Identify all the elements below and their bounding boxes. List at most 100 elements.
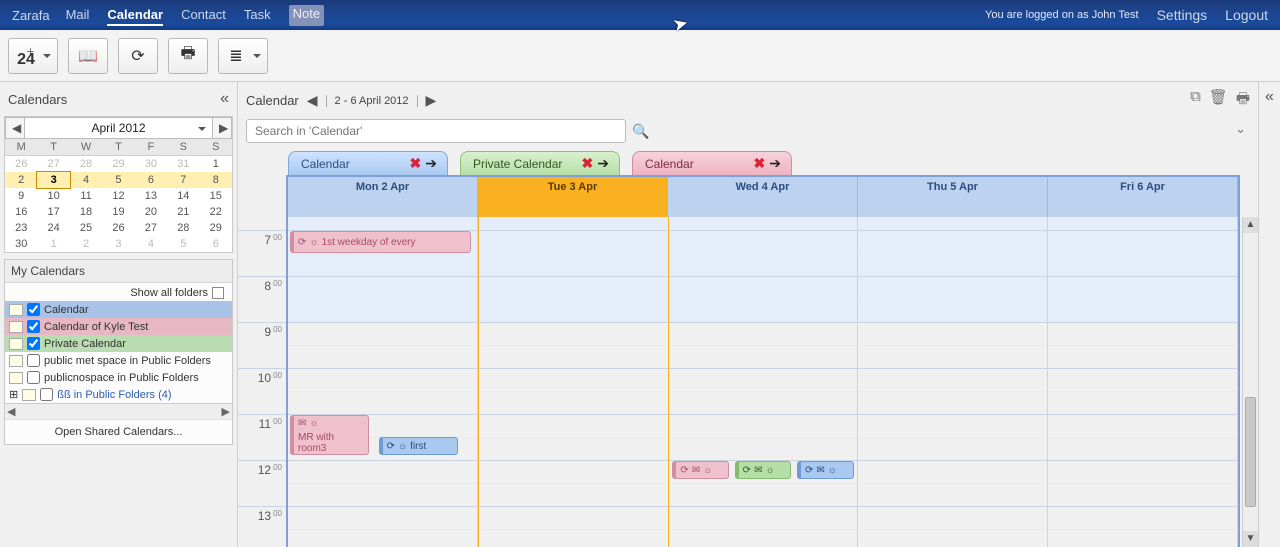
search-options-icon[interactable]: ⌄ bbox=[1235, 121, 1246, 137]
day-header[interactable]: Wed 4 Apr bbox=[668, 177, 858, 217]
mini-cal-day[interactable]: 2 bbox=[70, 236, 102, 252]
mini-cal-day[interactable]: 5 bbox=[167, 236, 199, 252]
mini-cal-day[interactable]: 27 bbox=[37, 156, 69, 173]
mini-cal-day[interactable]: 20 bbox=[135, 204, 167, 220]
calendar-toggle-checkbox[interactable] bbox=[27, 371, 40, 384]
mini-cal-day[interactable]: 23 bbox=[5, 220, 37, 236]
mini-cal-day[interactable]: 7 bbox=[167, 172, 199, 188]
day-header[interactable]: Tue 3 Apr bbox=[478, 177, 668, 217]
mini-cal-next-button[interactable]: ▶ bbox=[212, 117, 232, 139]
calendar-toggle-checkbox[interactable] bbox=[27, 303, 40, 316]
copy-icon[interactable]: ⧉ bbox=[1190, 88, 1201, 113]
mini-cal-day[interactable]: 6 bbox=[135, 172, 167, 188]
day-header[interactable]: Mon 2 Apr bbox=[288, 177, 478, 217]
open-shared-calendars-button[interactable]: Open Shared Calendars... bbox=[5, 419, 232, 444]
addressbook-button[interactable]: 📖 bbox=[68, 38, 108, 74]
tab-note[interactable]: Note bbox=[289, 5, 324, 26]
calendar-event[interactable]: ⟳☼first bbox=[379, 437, 458, 455]
settings-link[interactable]: Settings bbox=[1157, 7, 1208, 23]
mini-cal-day[interactable]: 5 bbox=[102, 172, 134, 188]
mini-cal-day[interactable]: 31 bbox=[167, 156, 199, 173]
mini-cal-day[interactable]: 17 bbox=[37, 204, 69, 220]
collapse-right-panel-icon[interactable]: « bbox=[1258, 82, 1280, 547]
logout-link[interactable]: Logout bbox=[1225, 7, 1268, 23]
mini-cal-day[interactable]: 1 bbox=[37, 236, 69, 252]
next-range-button[interactable]: ▶ bbox=[424, 92, 439, 109]
view-mode-button[interactable]: ≣ bbox=[218, 38, 268, 74]
mini-cal-day[interactable]: 24 bbox=[37, 220, 69, 236]
show-all-checkbox[interactable] bbox=[212, 287, 224, 299]
calendar-toggle-checkbox[interactable] bbox=[40, 388, 53, 401]
collapse-sidebar-icon[interactable]: « bbox=[220, 90, 229, 108]
print-view-icon[interactable]: 🖶 bbox=[1236, 88, 1250, 113]
mini-cal-day[interactable]: 18 bbox=[70, 204, 102, 220]
doc-tab-calendar-blue[interactable]: Calendar ✖➔ bbox=[288, 151, 448, 175]
print-button[interactable]: 🖶 bbox=[168, 38, 208, 74]
calendar-event[interactable]: ⟳☼1st weekday of every bbox=[290, 231, 471, 253]
calendar-list-item[interactable]: Calendar bbox=[5, 301, 232, 318]
calendar-list-item[interactable]: publicnospace in Public Folders bbox=[5, 369, 232, 386]
calendar-event[interactable]: ⟳✉☼ bbox=[735, 461, 792, 479]
doc-tab-calendar-pink[interactable]: Calendar ✖➔ bbox=[632, 151, 792, 175]
prev-range-button[interactable]: ◀ bbox=[305, 92, 320, 109]
scroll-thumb[interactable] bbox=[1245, 397, 1256, 507]
calendar-list-item[interactable]: public met space in Public Folders bbox=[5, 352, 232, 369]
mini-cal-day[interactable]: 3 bbox=[37, 172, 69, 188]
mini-cal-day[interactable]: 21 bbox=[167, 204, 199, 220]
mini-cal-day[interactable]: 25 bbox=[70, 220, 102, 236]
tab-task[interactable]: Task bbox=[244, 5, 271, 26]
calendar-event[interactable]: ⟳✉☼ bbox=[797, 461, 854, 479]
mini-cal-title[interactable]: April 2012 bbox=[25, 117, 212, 139]
arrow-right-icon[interactable]: ➔ bbox=[597, 155, 609, 172]
calendar-toggle-checkbox[interactable] bbox=[27, 337, 40, 350]
doc-tab-private-calendar[interactable]: Private Calendar ✖➔ bbox=[460, 151, 620, 175]
calendar-event[interactable]: ⟳✉☼ bbox=[672, 461, 729, 479]
mini-cal-day[interactable]: 14 bbox=[167, 188, 199, 204]
arrow-right-icon[interactable]: ➔ bbox=[769, 155, 781, 172]
day-header[interactable]: Fri 6 Apr bbox=[1048, 177, 1238, 217]
mini-cal-day[interactable]: 26 bbox=[102, 220, 134, 236]
day-column[interactable] bbox=[858, 217, 1048, 547]
new-appointment-button[interactable]: ＋24 bbox=[8, 38, 58, 74]
refresh-button[interactable]: ⟳ bbox=[118, 38, 158, 74]
calendar-list-item[interactable]: ⊞ ßß in Public Folders (4) bbox=[5, 386, 232, 403]
day-column[interactable] bbox=[1048, 217, 1238, 547]
day-column[interactable]: ⟳✉☼ ⟳✉☼ ⟳✉☼ bbox=[669, 217, 859, 547]
day-header[interactable]: Thu 5 Apr bbox=[858, 177, 1048, 217]
mini-cal-day[interactable]: 30 bbox=[5, 236, 37, 252]
expand-icon[interactable]: ⊞ bbox=[9, 388, 18, 401]
mini-cal-prev-button[interactable]: ◀ bbox=[5, 117, 25, 139]
mini-cal-day[interactable]: 30 bbox=[135, 156, 167, 173]
close-icon[interactable]: ✖ bbox=[754, 155, 766, 172]
mini-cal-day[interactable]: 4 bbox=[135, 236, 167, 252]
search-input[interactable] bbox=[246, 119, 626, 143]
calendar-list-item[interactable]: Calendar of Kyle Test bbox=[5, 318, 232, 335]
tab-calendar[interactable]: Calendar bbox=[107, 5, 163, 26]
delete-icon[interactable]: 🗑 bbox=[1209, 88, 1228, 113]
mini-cal-day[interactable]: 29 bbox=[102, 156, 134, 173]
mini-cal-day[interactable]: 19 bbox=[102, 204, 134, 220]
search-icon[interactable]: 🔍 bbox=[632, 123, 649, 140]
mini-cal-day[interactable]: 3 bbox=[102, 236, 134, 252]
mini-cal-day[interactable]: 16 bbox=[5, 204, 37, 220]
mini-cal-day[interactable]: 22 bbox=[200, 204, 232, 220]
calendar-list-item[interactable]: Private Calendar bbox=[5, 335, 232, 352]
close-icon[interactable]: ✖ bbox=[582, 155, 594, 172]
day-column[interactable]: ⟳☼1st weekday of every✉☼MR with room3⟳☼f… bbox=[288, 217, 478, 547]
day-column[interactable] bbox=[478, 217, 669, 547]
mini-cal-day[interactable]: 29 bbox=[200, 220, 232, 236]
day-columns[interactable]: ⟳☼1st weekday of every✉☼MR with room3⟳☼f… bbox=[286, 217, 1240, 547]
close-icon[interactable]: ✖ bbox=[410, 155, 422, 172]
calendar-list-scrollbar[interactable]: ◀▶ bbox=[5, 403, 232, 419]
mini-cal-day[interactable]: 28 bbox=[70, 156, 102, 173]
mini-cal-day[interactable]: 8 bbox=[200, 172, 232, 188]
tab-mail[interactable]: Mail bbox=[66, 5, 90, 26]
mini-cal-day[interactable]: 12 bbox=[102, 188, 134, 204]
mini-cal-day[interactable]: 27 bbox=[135, 220, 167, 236]
mini-cal-day[interactable]: 13 bbox=[135, 188, 167, 204]
arrow-right-icon[interactable]: ➔ bbox=[425, 155, 437, 172]
tab-contact[interactable]: Contact bbox=[181, 5, 226, 26]
mini-cal-day[interactable]: 15 bbox=[200, 188, 232, 204]
grid-scrollbar[interactable]: ▲ ▼ bbox=[1242, 217, 1258, 547]
calendar-toggle-checkbox[interactable] bbox=[27, 320, 40, 333]
